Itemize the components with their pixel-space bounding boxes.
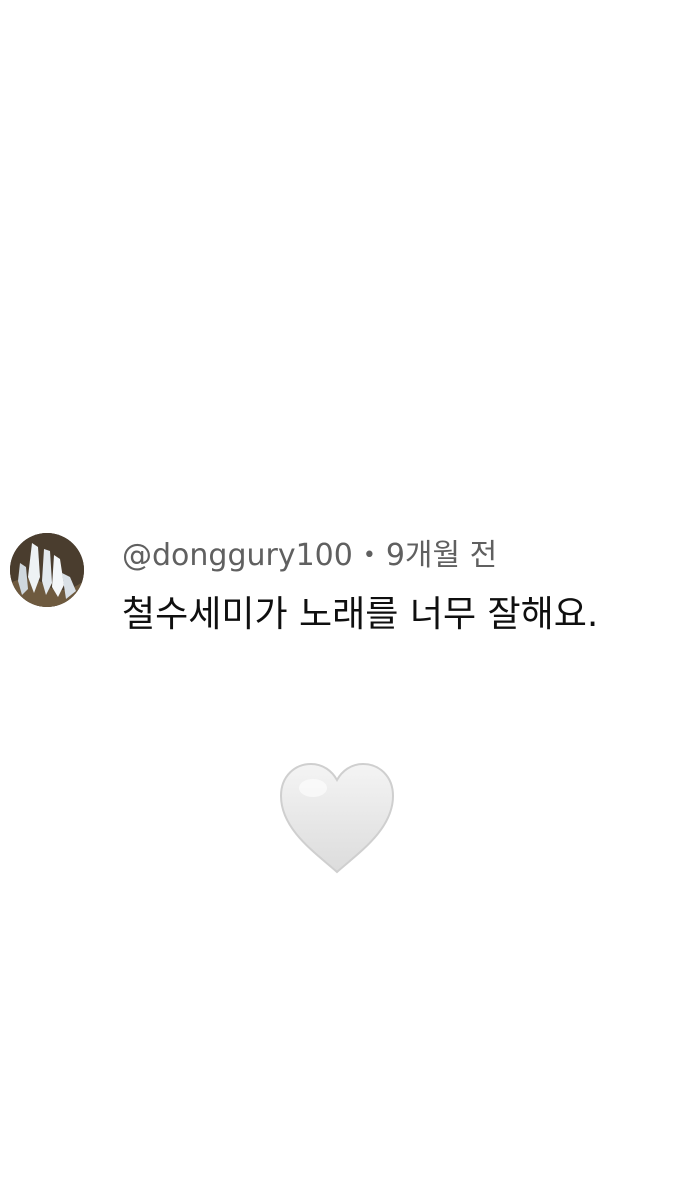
comment-username[interactable]: @donggury100 — [122, 538, 353, 573]
avatar-photo-icon — [10, 533, 84, 607]
comment-time: 9개월 전 — [385, 538, 498, 573]
avatar[interactable] — [10, 533, 84, 607]
meta-separator: • — [362, 543, 376, 568]
comment-meta: @donggury100 • 9개월 전 — [122, 536, 497, 576]
comment-item: @donggury100 • 9개월 전 철수세미가 노래를 너무 잘해요. — [10, 530, 665, 640]
white-heart-icon — [279, 762, 395, 874]
comment-text: 철수세미가 노래를 너무 잘해요. — [122, 594, 599, 635]
